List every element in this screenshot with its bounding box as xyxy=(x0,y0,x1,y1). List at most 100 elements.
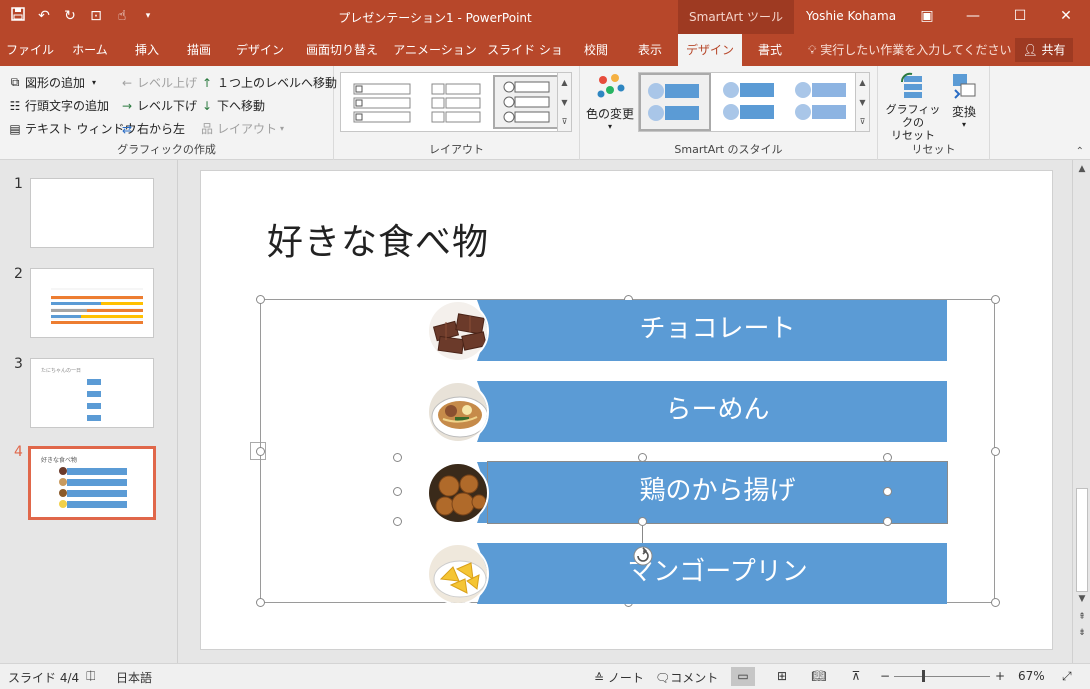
minimize-icon[interactable]: — xyxy=(958,4,988,28)
save-icon[interactable] xyxy=(8,6,28,26)
redo-icon[interactable]: ↻ xyxy=(60,6,80,26)
slideshow-icon[interactable]: ⊼ xyxy=(844,667,868,686)
styles-more-icon[interactable]: ⊽ xyxy=(855,113,869,131)
zoom-out-icon[interactable]: − xyxy=(880,669,890,683)
slide-thumbnail-4-active[interactable]: 好きな食べ物 xyxy=(28,446,156,520)
tab-review[interactable]: 校閲 xyxy=(572,34,620,66)
item-handle-br[interactable] xyxy=(883,517,892,526)
resize-handle-tl[interactable] xyxy=(256,295,265,304)
vertical-scrollbar[interactable]: ▲ ▼ ⇞ ⇟ xyxy=(1072,160,1090,663)
resize-handle-r[interactable] xyxy=(991,447,1000,456)
add-bullet-button[interactable]: ☷ 行頭文字の追加 xyxy=(8,97,109,114)
karaage-picture[interactable] xyxy=(427,462,489,524)
zoom-level[interactable]: 67% xyxy=(1018,669,1045,683)
gallery-up-icon[interactable]: ▲ xyxy=(557,73,571,93)
move-up-button[interactable]: ↑ １つ上のレベルへ移動 xyxy=(200,74,337,91)
slide-thumbnail-1[interactable] xyxy=(30,178,154,248)
slide[interactable]: 好きな食べ物 ‹ チョコレート らーめん xyxy=(200,170,1053,650)
style-option-3[interactable] xyxy=(787,75,855,129)
layout-option-2[interactable] xyxy=(421,77,491,127)
smartart-item-1[interactable]: チョコレート xyxy=(488,300,947,361)
scroll-thumb[interactable] xyxy=(1076,488,1088,592)
item-handle-t[interactable] xyxy=(638,453,647,462)
collapse-ribbon-icon[interactable]: ⌃ xyxy=(1076,146,1084,157)
tab-smartart-design[interactable]: デザイン xyxy=(678,34,742,66)
resize-handle-l[interactable] xyxy=(256,447,265,456)
tell-me-box[interactable]: 💡︎ 実行したい作業を入力してください xyxy=(808,34,1012,66)
tab-view[interactable]: 表示 xyxy=(626,34,674,66)
change-colors-button[interactable]: 色の変更 ▾ xyxy=(586,72,634,138)
tab-insert[interactable]: 挿入 xyxy=(124,34,170,66)
tab-animations[interactable]: アニメーション xyxy=(392,34,478,66)
tab-format[interactable]: 書式 xyxy=(746,34,794,66)
tab-file[interactable]: ファイル xyxy=(4,34,56,66)
notes-button[interactable]: ≙ ノート xyxy=(594,669,644,686)
smartart-graphic[interactable]: チョコレート らーめん 鶏のから揚げ マンゴープリン xyxy=(256,295,1000,607)
styles-down-icon[interactable]: ▼ xyxy=(855,93,869,113)
spellcheck-icon[interactable]: ⎅ xyxy=(86,669,96,684)
chocolate-picture[interactable] xyxy=(427,300,489,362)
smartart-item-4[interactable]: マンゴープリン xyxy=(488,543,947,604)
item-handle-tl[interactable] xyxy=(393,453,402,462)
tab-slideshow[interactable]: スライド ショー xyxy=(484,34,566,89)
normal-view-icon[interactable]: ▭ xyxy=(731,667,755,686)
smartart-item-3-selected[interactable]: 鶏のから揚げ xyxy=(487,461,948,524)
slide-title[interactable]: 好きな食べ物 xyxy=(267,213,489,265)
comments-button[interactable]: 🗨︎コメント xyxy=(655,669,718,686)
customize-qat-icon[interactable]: ▾ xyxy=(138,6,158,26)
gallery-more-icon[interactable]: ⊽ xyxy=(557,113,571,131)
zoom-in-icon[interactable]: + xyxy=(995,669,1005,683)
item-handle-bl[interactable] xyxy=(393,517,402,526)
slide-sorter-icon[interactable]: ⊞ xyxy=(770,667,794,686)
smartart-item-2[interactable]: らーめん xyxy=(488,381,947,442)
style-option-1-selected[interactable] xyxy=(639,73,711,131)
move-down-button[interactable]: ↓ 下へ移動 xyxy=(200,97,265,114)
tab-transitions[interactable]: 画面切り替え xyxy=(298,34,386,66)
promote-button[interactable]: ← レベル上げ xyxy=(120,74,197,91)
text-pane-button[interactable]: ▤ テキスト ウィンドウ xyxy=(8,120,136,137)
tab-design[interactable]: デザイン xyxy=(228,34,292,66)
previous-slide-icon[interactable]: ⇞ xyxy=(1073,612,1090,622)
convert-button[interactable]: 変換 ▾ xyxy=(944,72,984,129)
add-shape-button[interactable]: ⧉ 図形の追加 ▾ xyxy=(8,74,96,91)
zoom-slider-thumb[interactable] xyxy=(922,670,925,682)
share-button[interactable]: 👤︎ 共有 xyxy=(1015,38,1073,62)
right-to-left-button[interactable]: ⇄ 右から左 xyxy=(120,120,185,137)
language-indicator[interactable]: 日本語 xyxy=(116,669,152,686)
resize-handle-tr[interactable] xyxy=(991,295,1000,304)
next-slide-icon[interactable]: ⇟ xyxy=(1073,628,1090,638)
resize-handle-bl[interactable] xyxy=(256,598,265,607)
item-handle-tr[interactable] xyxy=(883,453,892,462)
styles-up-icon[interactable]: ▲ xyxy=(855,73,869,93)
resize-handle-br[interactable] xyxy=(991,598,1000,607)
item-handle-l[interactable] xyxy=(393,487,402,496)
undo-icon[interactable]: ↶ xyxy=(34,6,54,26)
tab-home[interactable]: ホーム xyxy=(62,34,118,66)
layout-button[interactable]: 品レイアウト ▾ xyxy=(200,120,284,137)
reading-view-icon[interactable]: 📖︎ xyxy=(807,667,831,686)
slide-thumbnail-2[interactable] xyxy=(30,268,154,338)
fit-to-window-icon[interactable]: ⤢ xyxy=(1062,669,1072,684)
close-icon[interactable]: ✕ xyxy=(1051,4,1081,28)
layout-option-3-selected[interactable] xyxy=(493,75,559,129)
scroll-up-icon[interactable]: ▲ xyxy=(1073,164,1090,174)
rotate-icon[interactable] xyxy=(633,546,653,566)
user-name[interactable]: Yoshie Kohama xyxy=(806,9,896,23)
item-handle-r[interactable] xyxy=(883,487,892,496)
item-handle-b[interactable] xyxy=(638,517,647,526)
touch-mode-icon[interactable]: ☝ xyxy=(112,6,132,26)
scroll-down-icon[interactable]: ▼ xyxy=(1073,594,1090,604)
slide-thumbnail-3[interactable]: たにちゃんの一日 xyxy=(30,358,154,428)
presenter-icon[interactable]: ⊡ xyxy=(86,6,106,26)
ribbon-display-options-icon[interactable]: ▣ xyxy=(912,4,942,28)
gallery-down-icon[interactable]: ▼ xyxy=(557,93,571,113)
style-option-2[interactable] xyxy=(715,75,785,129)
layout-option-1[interactable] xyxy=(345,77,415,127)
maximize-icon[interactable]: ☐ xyxy=(1005,4,1035,28)
mango-pudding-picture[interactable] xyxy=(427,543,489,605)
zoom-slider[interactable] xyxy=(894,676,990,677)
tab-draw[interactable]: 描画 xyxy=(176,34,222,66)
ramen-picture[interactable] xyxy=(427,381,489,443)
demote-button[interactable]: → レベル下げ xyxy=(120,97,197,114)
reset-graphic-button[interactable]: グラフィックの リセット xyxy=(882,72,944,142)
